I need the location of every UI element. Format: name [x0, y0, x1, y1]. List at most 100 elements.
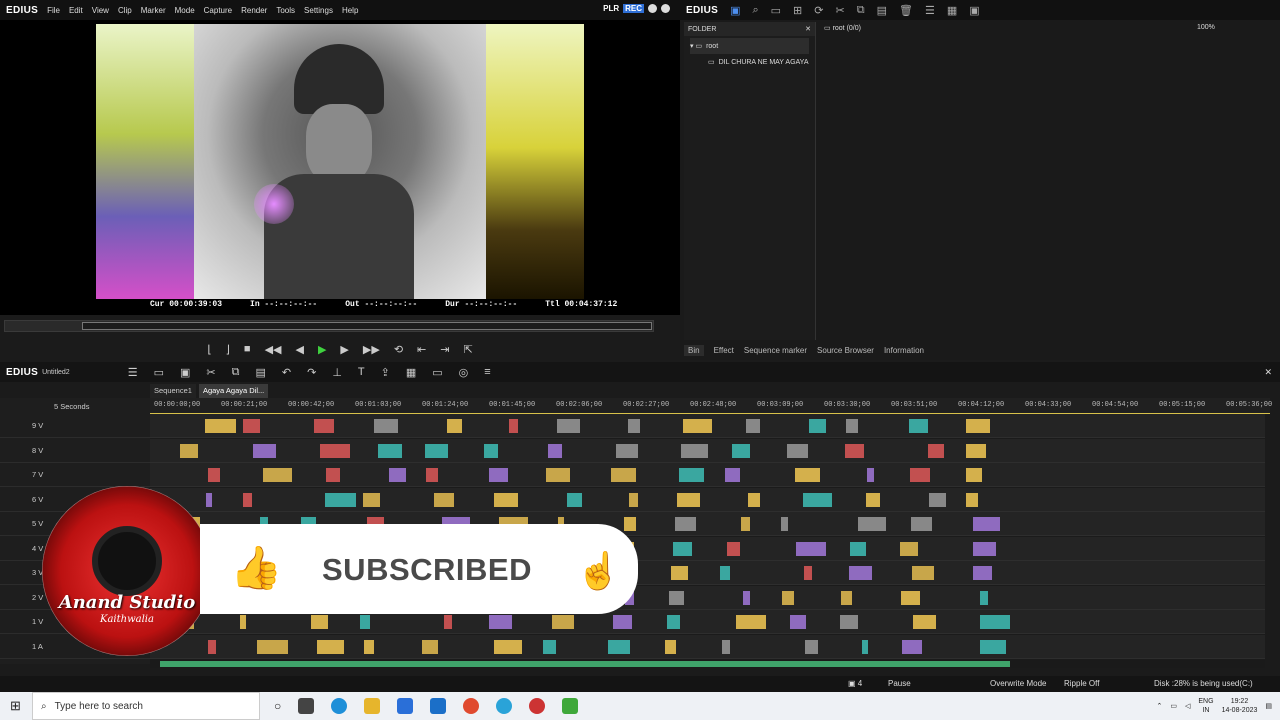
- timeline-clip[interactable]: [180, 443, 198, 458]
- timeline-clip[interactable]: [980, 615, 1010, 629]
- cortana-icon[interactable]: ○: [274, 699, 281, 713]
- ripple-mode[interactable]: Ripple Off: [1064, 679, 1099, 688]
- lang-indicator[interactable]: ENG IN: [1198, 697, 1213, 715]
- timeline-clip[interactable]: [795, 468, 820, 482]
- edge-icon[interactable]: [331, 698, 348, 714]
- close-icon[interactable]: [661, 4, 670, 13]
- track-lane[interactable]: [150, 463, 1265, 487]
- step-back-icon[interactable]: ◀: [295, 343, 303, 356]
- timeline-clip[interactable]: [866, 492, 880, 507]
- timeline-clip[interactable]: [447, 419, 462, 433]
- timeline-clip[interactable]: [790, 615, 806, 629]
- timeline-clip[interactable]: [263, 468, 292, 482]
- menu-clip[interactable]: Clip: [118, 6, 132, 15]
- timeline-clip[interactable]: [748, 492, 760, 507]
- loop-icon[interactable]: ⟲: [394, 343, 403, 356]
- edius-taskbar-icon[interactable]: [562, 698, 579, 714]
- timeline-clip[interactable]: [325, 492, 356, 507]
- play-icon[interactable]: ▶: [318, 343, 326, 356]
- snapshot-icon[interactable]: ◎: [459, 366, 469, 379]
- timeline-clip[interactable]: [725, 468, 740, 482]
- timeline-clip[interactable]: [546, 468, 570, 482]
- timeline-clip[interactable]: [484, 443, 498, 458]
- task-view-icon[interactable]: [298, 698, 315, 714]
- grid-view-icon[interactable]: ▦: [947, 4, 957, 17]
- timeline-clip[interactable]: [208, 468, 220, 482]
- timeline-clip[interactable]: [543, 639, 556, 654]
- timeline-clip[interactable]: [966, 468, 982, 482]
- timeline-clip[interactable]: [858, 517, 886, 531]
- copy-tl-icon[interactable]: ⧉: [232, 366, 240, 379]
- timeline-clip[interactable]: [909, 419, 928, 433]
- timeline-clip[interactable]: [425, 443, 448, 458]
- timeline-clip[interactable]: [841, 590, 852, 605]
- track-lane[interactable]: [150, 634, 1265, 659]
- timeline-clip[interactable]: [257, 639, 288, 654]
- menu-view[interactable]: View: [92, 6, 109, 15]
- timeline-clip[interactable]: [901, 590, 920, 605]
- minimize-icon[interactable]: [648, 4, 657, 13]
- up-folder-icon[interactable]: ▭: [771, 4, 781, 17]
- tab-sequence-marker[interactable]: Sequence marker: [744, 346, 807, 355]
- save-project-icon[interactable]: ▣: [180, 366, 190, 379]
- folder-close-icon[interactable]: ✕: [805, 25, 811, 33]
- export-icon[interactable]: ⇱: [463, 343, 472, 356]
- timeline-clip[interactable]: [374, 419, 398, 433]
- timeline-clip[interactable]: [320, 443, 350, 458]
- timeline-clip[interactable]: [422, 639, 438, 654]
- timeline-clip[interactable]: [240, 615, 246, 629]
- timeline-clip[interactable]: [444, 615, 452, 629]
- timeline-clip[interactable]: [494, 492, 518, 507]
- timeline-clip[interactable]: [243, 419, 260, 433]
- copy-icon[interactable]: ⧉: [857, 4, 865, 17]
- cut-icon[interactable]: ✂: [835, 4, 844, 17]
- timeline-clip[interactable]: [363, 492, 380, 507]
- timeline-clip[interactable]: [805, 639, 818, 654]
- timeline-clip[interactable]: [781, 517, 788, 531]
- timeline-clip[interactable]: [675, 517, 696, 531]
- properties-icon[interactable]: ☰: [925, 4, 935, 17]
- timeline-clip[interactable]: [667, 615, 680, 629]
- timeline-clip[interactable]: [912, 566, 934, 580]
- menu-render[interactable]: Render: [241, 6, 267, 15]
- cut-tl-icon[interactable]: ✂: [206, 366, 215, 379]
- menu-settings[interactable]: Settings: [304, 6, 333, 15]
- timeline-clip[interactable]: [913, 615, 936, 629]
- insert-icon[interactable]: ⇤: [417, 343, 426, 356]
- volume-icon[interactable]: ◁: [1185, 702, 1190, 710]
- timeline-clip[interactable]: [980, 639, 1006, 654]
- timeline-clip[interactable]: [557, 419, 580, 433]
- tab-sequence1[interactable]: Sequence1: [150, 384, 196, 398]
- timeline-clip[interactable]: [796, 541, 826, 556]
- timeline-clip[interactable]: [243, 492, 252, 507]
- notification-icon[interactable]: ▤: [1265, 702, 1272, 710]
- timeline-clip[interactable]: [364, 639, 374, 654]
- timeline-clip[interactable]: [665, 639, 676, 654]
- rewind-icon[interactable]: ◀◀: [265, 343, 282, 356]
- timeline-clip[interactable]: [677, 492, 700, 507]
- menu-capture[interactable]: Capture: [204, 6, 232, 15]
- track-lane[interactable]: [150, 414, 1265, 438]
- fast-forward-icon[interactable]: ▶▶: [363, 343, 380, 356]
- track-lane[interactable]: [150, 438, 1265, 463]
- timeline-clip[interactable]: [929, 492, 946, 507]
- timeline-clip[interactable]: [434, 492, 454, 507]
- timeline-scrollbar[interactable]: [150, 660, 1265, 668]
- taskbar-search[interactable]: ⌕ Type here to search: [32, 692, 260, 720]
- menu-marker[interactable]: Marker: [141, 6, 166, 15]
- timeline-clip[interactable]: [311, 615, 328, 629]
- stop-icon[interactable]: ■: [244, 343, 251, 355]
- timeline-clip[interactable]: [973, 541, 996, 556]
- network-icon[interactable]: ▭: [1170, 702, 1177, 710]
- timeline-clip[interactable]: [317, 639, 344, 654]
- timeline-clip[interactable]: [489, 615, 512, 629]
- timeline-clip[interactable]: [669, 590, 684, 605]
- timeline-clip[interactable]: [567, 492, 582, 507]
- timeline-clip[interactable]: [426, 468, 438, 482]
- folder-view-icon[interactable]: ▣: [730, 4, 740, 17]
- timeline-clip[interactable]: [616, 443, 638, 458]
- step-forward-icon[interactable]: ▶: [340, 343, 348, 356]
- timeline-clip[interactable]: [673, 541, 692, 556]
- add-clip-icon[interactable]: ⊞: [793, 4, 802, 17]
- set-in-icon[interactable]: ⌊: [207, 343, 211, 356]
